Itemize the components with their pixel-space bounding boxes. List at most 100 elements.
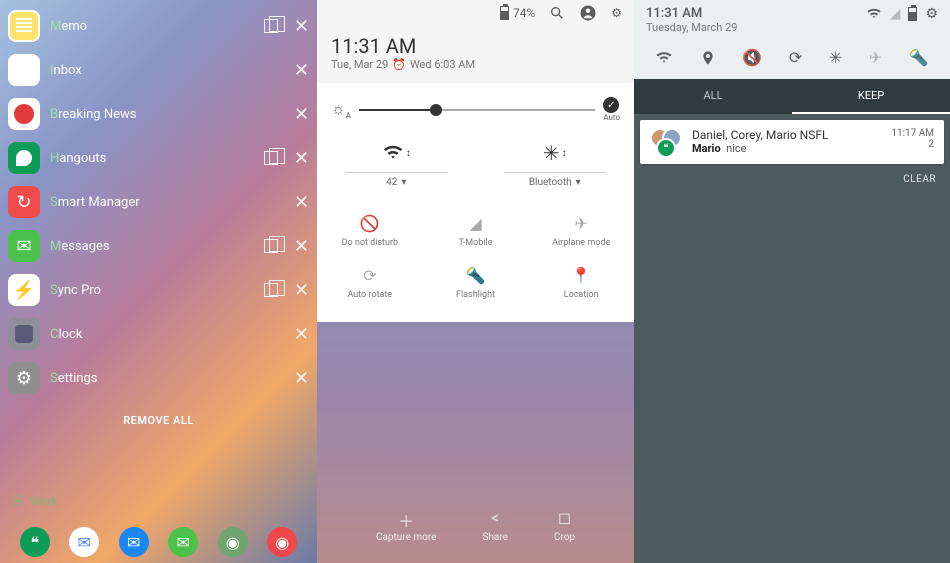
notification-title: Daniel, Corey, Mario NSFL: [692, 128, 891, 142]
qs-tile-label: T-Mobile: [423, 238, 529, 248]
battery-icon: [500, 6, 509, 20]
app-label: Inbox: [50, 63, 82, 78]
work-shortcut[interactable]: ⦿ Work: [12, 492, 57, 509]
brightness-icon: ☼A: [331, 99, 351, 120]
qs-tile-icon: 🚫: [317, 212, 423, 234]
app-icon: [8, 274, 40, 306]
status-time: 11:31 AM: [646, 6, 866, 21]
recent-app-row[interactable]: Sync Pro ✕: [8, 268, 309, 312]
quicksettings-screen: 74% ⚙ 11:31 AM Tue, Mar 29 ⏰ Wed 6:03 AM…: [317, 0, 634, 563]
app-icon: [8, 230, 40, 262]
wifi-value: 42: [386, 177, 397, 188]
settings-gear-icon[interactable]: ⚙: [611, 6, 622, 20]
close-icon[interactable]: ✕: [294, 104, 309, 125]
recent-app-row[interactable]: Clock✕: [8, 312, 309, 356]
dock-hangouts-icon[interactable]: ❝: [20, 527, 50, 557]
wifi-toggle-icon[interactable]: [655, 49, 673, 67]
flashlight-toggle-icon[interactable]: 🔦: [909, 48, 929, 67]
close-icon[interactable]: ✕: [294, 280, 309, 301]
dock-messenger-icon[interactable]: ✉: [119, 527, 149, 557]
qs-tile-label: Do not disturb: [317, 238, 423, 248]
recent-app-row[interactable]: Messages ✕: [8, 224, 309, 268]
app-label: Sync Pro: [50, 283, 101, 298]
crop-button[interactable]: ◻ Crop: [554, 508, 575, 543]
notification-time: 11:17 AM: [891, 128, 934, 139]
notification-sender: Mario: [692, 142, 721, 155]
recent-app-row[interactable]: Settings✕: [8, 356, 309, 400]
dock-app5-icon[interactable]: ◉: [218, 527, 248, 557]
share-button[interactable]: < Share: [482, 508, 507, 543]
airplane-toggle-icon[interactable]: ✈: [869, 48, 882, 67]
recent-app-row[interactable]: Smart Manager✕: [8, 180, 309, 224]
close-icon[interactable]: ✕: [294, 368, 309, 389]
qs-tile[interactable]: 🔦Flashlight: [423, 256, 529, 308]
multiwindow-icon[interactable]: [264, 283, 278, 297]
clear-button[interactable]: CLEAR: [634, 164, 950, 195]
settings-gear-icon[interactable]: ⚙: [925, 6, 938, 22]
close-icon[interactable]: ✕: [294, 236, 309, 257]
auto-brightness-toggle[interactable]: ✓: [603, 97, 619, 113]
multiwindow-icon[interactable]: [264, 151, 278, 165]
location-toggle-icon[interactable]: [700, 50, 716, 66]
rotation-toggle-icon[interactable]: ⟳: [789, 48, 802, 67]
brightness-slider[interactable]: [359, 109, 595, 111]
status-bar: 74% ⚙: [317, 0, 634, 26]
app-icon: [8, 362, 40, 394]
battery-indicator: 74%: [500, 6, 535, 20]
qs-tile[interactable]: ✈Airplane mode: [528, 204, 634, 256]
tab-keep[interactable]: KEEP: [792, 79, 950, 114]
qs-tile-icon: ◢: [423, 212, 529, 234]
qs-tile-label: Location: [528, 290, 634, 300]
close-icon[interactable]: ✕: [294, 148, 309, 169]
close-icon[interactable]: ✕: [294, 192, 309, 213]
multiwindow-icon[interactable]: [264, 239, 278, 253]
notification-count: 2: [891, 139, 934, 150]
wifi-icon: ↕: [317, 138, 476, 168]
work-label: Work: [30, 494, 57, 508]
battery-percent: 74%: [513, 6, 535, 20]
qs-tile-icon: 🔦: [423, 264, 529, 286]
bluetooth-tile[interactable]: ✳↕ Bluetooth▾: [476, 138, 635, 188]
dock-pocketcasts-icon[interactable]: ◉: [267, 527, 297, 557]
close-icon[interactable]: ✕: [294, 324, 309, 345]
tab-all[interactable]: ALL: [634, 79, 792, 114]
qs-tile[interactable]: 📍 Location: [528, 256, 634, 308]
share-icon: <: [482, 508, 507, 528]
auto-brightness-label: Auto: [603, 113, 620, 122]
qs-tile[interactable]: 🚫 Do not disturb: [317, 204, 423, 256]
wifi-icon: [866, 6, 882, 22]
app-icon: [8, 54, 40, 86]
app-label: Messages: [50, 239, 110, 254]
chevron-down-icon: ▾: [576, 177, 581, 188]
recent-app-row[interactable]: Inbox ✕: [8, 48, 309, 92]
qs-tile-icon: 📍: [528, 264, 634, 286]
app-label: Memo: [50, 19, 87, 34]
sound-toggle-icon[interactable]: 🔇: [742, 48, 762, 67]
notification-card[interactable]: ❝ Daniel, Corey, Mario NSFL Mario nice 1…: [640, 120, 944, 164]
notifications-screen: 11:31 AM Tuesday, March 29 ◢ ⚙ 🔇 ⟳ ✳ ✈ 🔦…: [634, 0, 950, 563]
close-icon[interactable]: ✕: [294, 16, 309, 37]
multiwindow-icon[interactable]: [264, 19, 278, 33]
crop-icon: ◻: [554, 508, 575, 528]
datetime-row[interactable]: 11:31 AM Tue, Mar 29 ⏰ Wed 6:03 AM: [317, 26, 634, 83]
search-icon[interactable]: [549, 5, 565, 21]
app-icon: [8, 318, 40, 350]
qs-tile[interactable]: ◢ T-Mobile: [423, 204, 529, 256]
close-icon[interactable]: ✕: [294, 60, 309, 81]
recent-app-row[interactable]: Hangouts ✕: [8, 136, 309, 180]
remove-all-button[interactable]: REMOVE ALL: [0, 414, 317, 427]
bluetooth-toggle-icon[interactable]: ✳: [829, 48, 842, 67]
qs-alarm: Wed 6:03 AM: [410, 58, 475, 71]
dock-messages-icon[interactable]: ✉: [168, 527, 198, 557]
recent-app-row[interactable]: Breaking News✕: [8, 92, 309, 136]
capture-more-button[interactable]: ＋ Capture more: [376, 508, 437, 543]
dock-inbox-icon[interactable]: ✉: [69, 527, 99, 557]
user-icon[interactable]: [579, 4, 597, 22]
brightness-row: ☼A ✓ Auto: [317, 83, 634, 134]
qs-tile[interactable]: ⟳Auto rotate: [317, 256, 423, 308]
app-label: Hangouts: [50, 151, 106, 166]
wifi-tile[interactable]: ↕ 42 ▾: [317, 138, 476, 188]
recent-app-row[interactable]: Memo ✕: [8, 4, 309, 48]
app-icon: [8, 98, 40, 130]
chevron-down-icon: ▾: [401, 177, 406, 188]
